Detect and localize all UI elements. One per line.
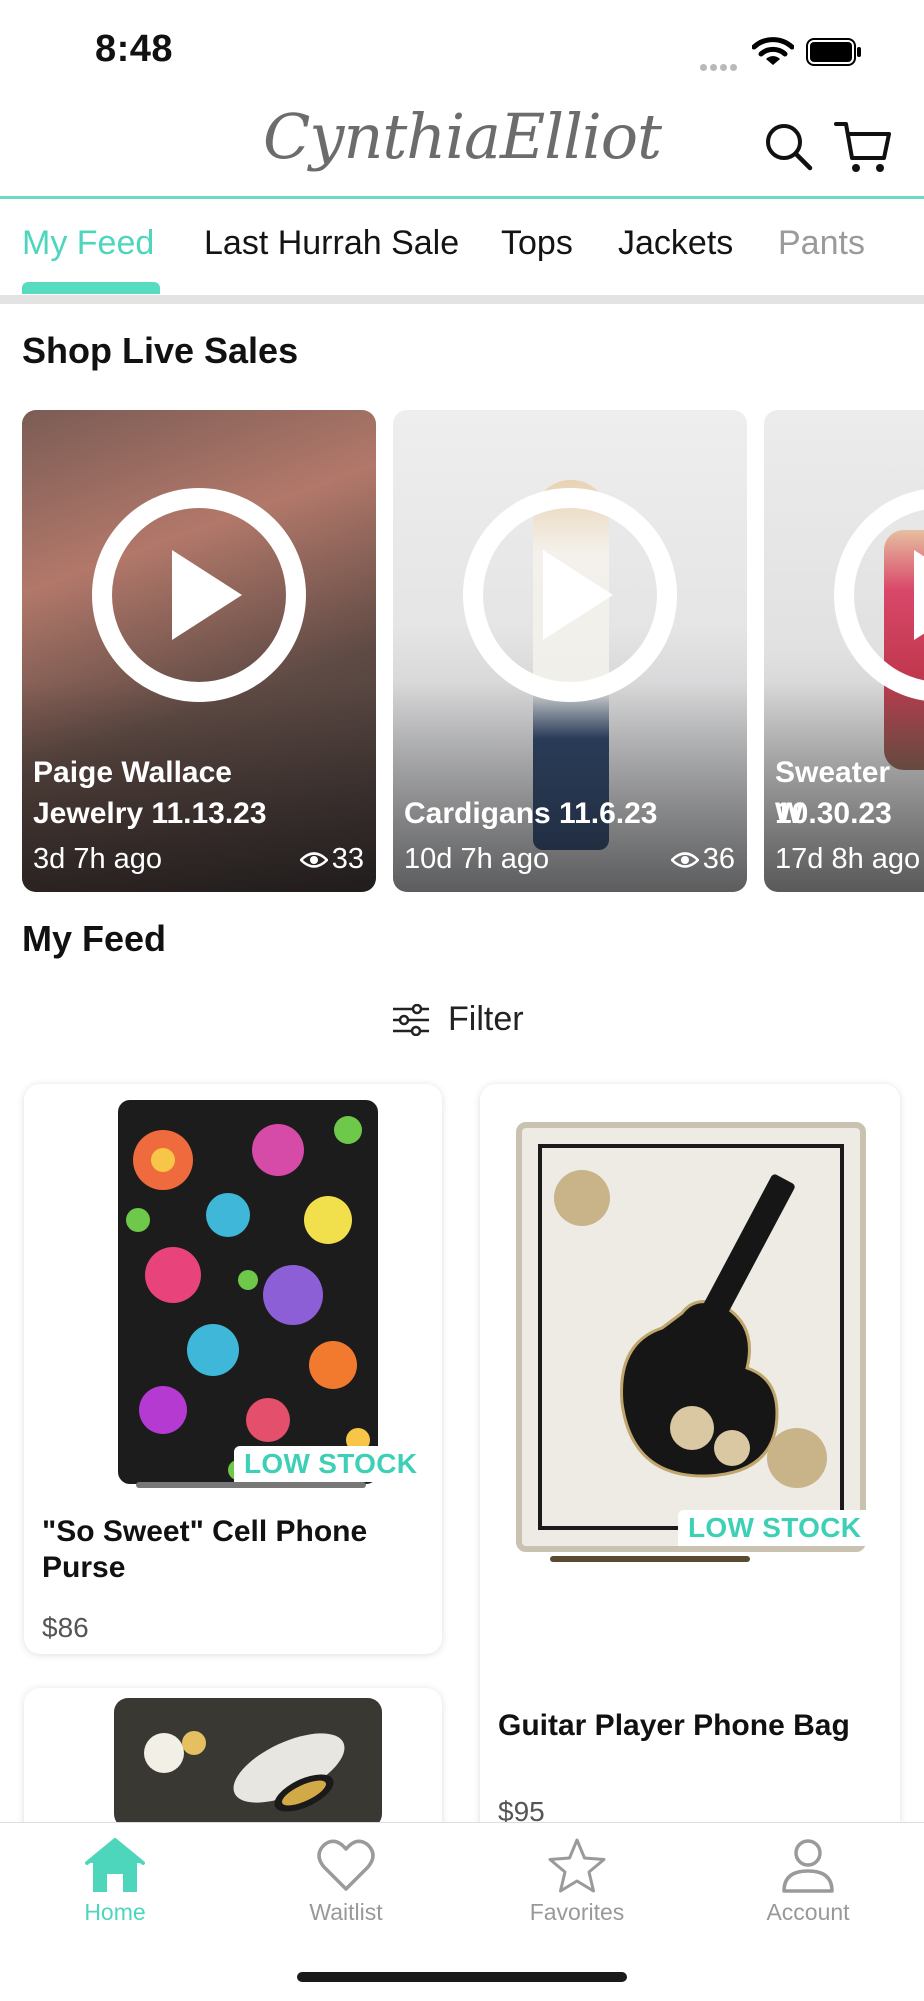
tab-my-feed[interactable]: My Feed [22, 224, 154, 263]
live-sale-title-line1: Paige Wallace [33, 756, 232, 789]
live-sale-title-line2: Jewelry 11.13.23 [33, 797, 267, 830]
tabs-divider [0, 295, 924, 304]
live-sale-title: Cardigans 11.6.23 [404, 797, 658, 830]
bee-pattern [144, 1731, 345, 1812]
play-icon[interactable] [834, 488, 924, 702]
nav-home[interactable]: Home [35, 1837, 195, 1926]
play-icon[interactable] [463, 488, 677, 702]
product-card[interactable]: LOW STOCK "So Sweet" Cell Phone Purse $8… [24, 1084, 442, 1654]
product-name[interactable]: Guitar Player Phone Bag [498, 1708, 888, 1744]
wifi-icon [752, 37, 794, 65]
nav-waitlist[interactable]: Waitlist [266, 1837, 426, 1926]
nav-account-label: Account [766, 1899, 850, 1925]
view-count: 36 [702, 843, 735, 875]
product-image [516, 1122, 866, 1552]
active-tab-indicator [22, 282, 160, 294]
nav-home-label: Home [84, 1899, 146, 1925]
live-sale-time-ago: 10d 7h ago [404, 843, 550, 875]
battery-icon [806, 38, 861, 66]
product-chain [136, 1482, 366, 1488]
search-icon[interactable] [764, 122, 814, 172]
product-image [118, 1100, 378, 1484]
filter-label: Filter [448, 1000, 524, 1038]
cellular-signal-icon [700, 58, 740, 76]
feed-title: My Feed [22, 918, 167, 959]
live-sale-views: 33 [299, 843, 364, 876]
live-sales-title: Shop Live Sales [22, 330, 299, 371]
header-divider [0, 196, 924, 199]
home-icon [85, 1838, 145, 1892]
star-icon [548, 1838, 606, 1893]
product-card[interactable]: LOW STOCK Guitar Player Phone Bag $95 [480, 1084, 900, 1844]
filter-sliders-icon [393, 1003, 429, 1036]
nav-favorites-label: Favorites [529, 1899, 625, 1925]
live-sale-card[interactable]: Sweater W 10.30.23 17d 8h ago [764, 410, 924, 892]
product-name[interactable]: "So Sweet" Cell Phone Purse [42, 1514, 422, 1586]
tab-tops[interactable]: Tops [501, 224, 573, 263]
live-sale-card[interactable]: Cardigans 11.6.23 10d 7h ago 36 [393, 410, 747, 892]
nav-waitlist-label: Waitlist [309, 1899, 383, 1925]
person-icon [782, 1839, 834, 1893]
tab-jackets[interactable]: Jackets [618, 224, 733, 263]
cart-icon[interactable] [834, 120, 892, 176]
view-count: 33 [331, 843, 364, 875]
live-sale-time-ago: 17d 8h ago [775, 843, 921, 875]
live-sale-title-line2: 10.30.23 [775, 797, 892, 830]
live-sale-card[interactable]: Paige Wallace Jewelry 11.13.23 3d 7h ago… [22, 410, 376, 892]
low-stock-badge: LOW STOCK [678, 1510, 872, 1546]
status-time: 8:48 [95, 28, 174, 70]
eye-icon [299, 851, 328, 868]
low-stock-badge: LOW STOCK [234, 1446, 428, 1482]
nav-favorites[interactable]: Favorites [497, 1837, 657, 1926]
floral-pattern [126, 1116, 370, 1480]
heart-icon [317, 1839, 375, 1891]
product-chain [550, 1556, 750, 1562]
eye-icon [670, 851, 699, 868]
live-sale-time-ago: 3d 7h ago [33, 843, 163, 875]
guitar-pattern [538, 1144, 844, 1530]
tab-pants[interactable]: Pants [778, 224, 865, 263]
play-icon[interactable] [92, 488, 306, 702]
nav-account[interactable]: Account [728, 1837, 888, 1926]
filter-button[interactable]: Filter [392, 1000, 524, 1039]
tab-last-hurrah-sale[interactable]: Last Hurrah Sale [204, 224, 459, 263]
live-sale-views: 36 [670, 843, 735, 876]
home-indicator [297, 1972, 627, 1982]
product-image [114, 1698, 382, 1828]
product-price: $86 [42, 1612, 89, 1643]
